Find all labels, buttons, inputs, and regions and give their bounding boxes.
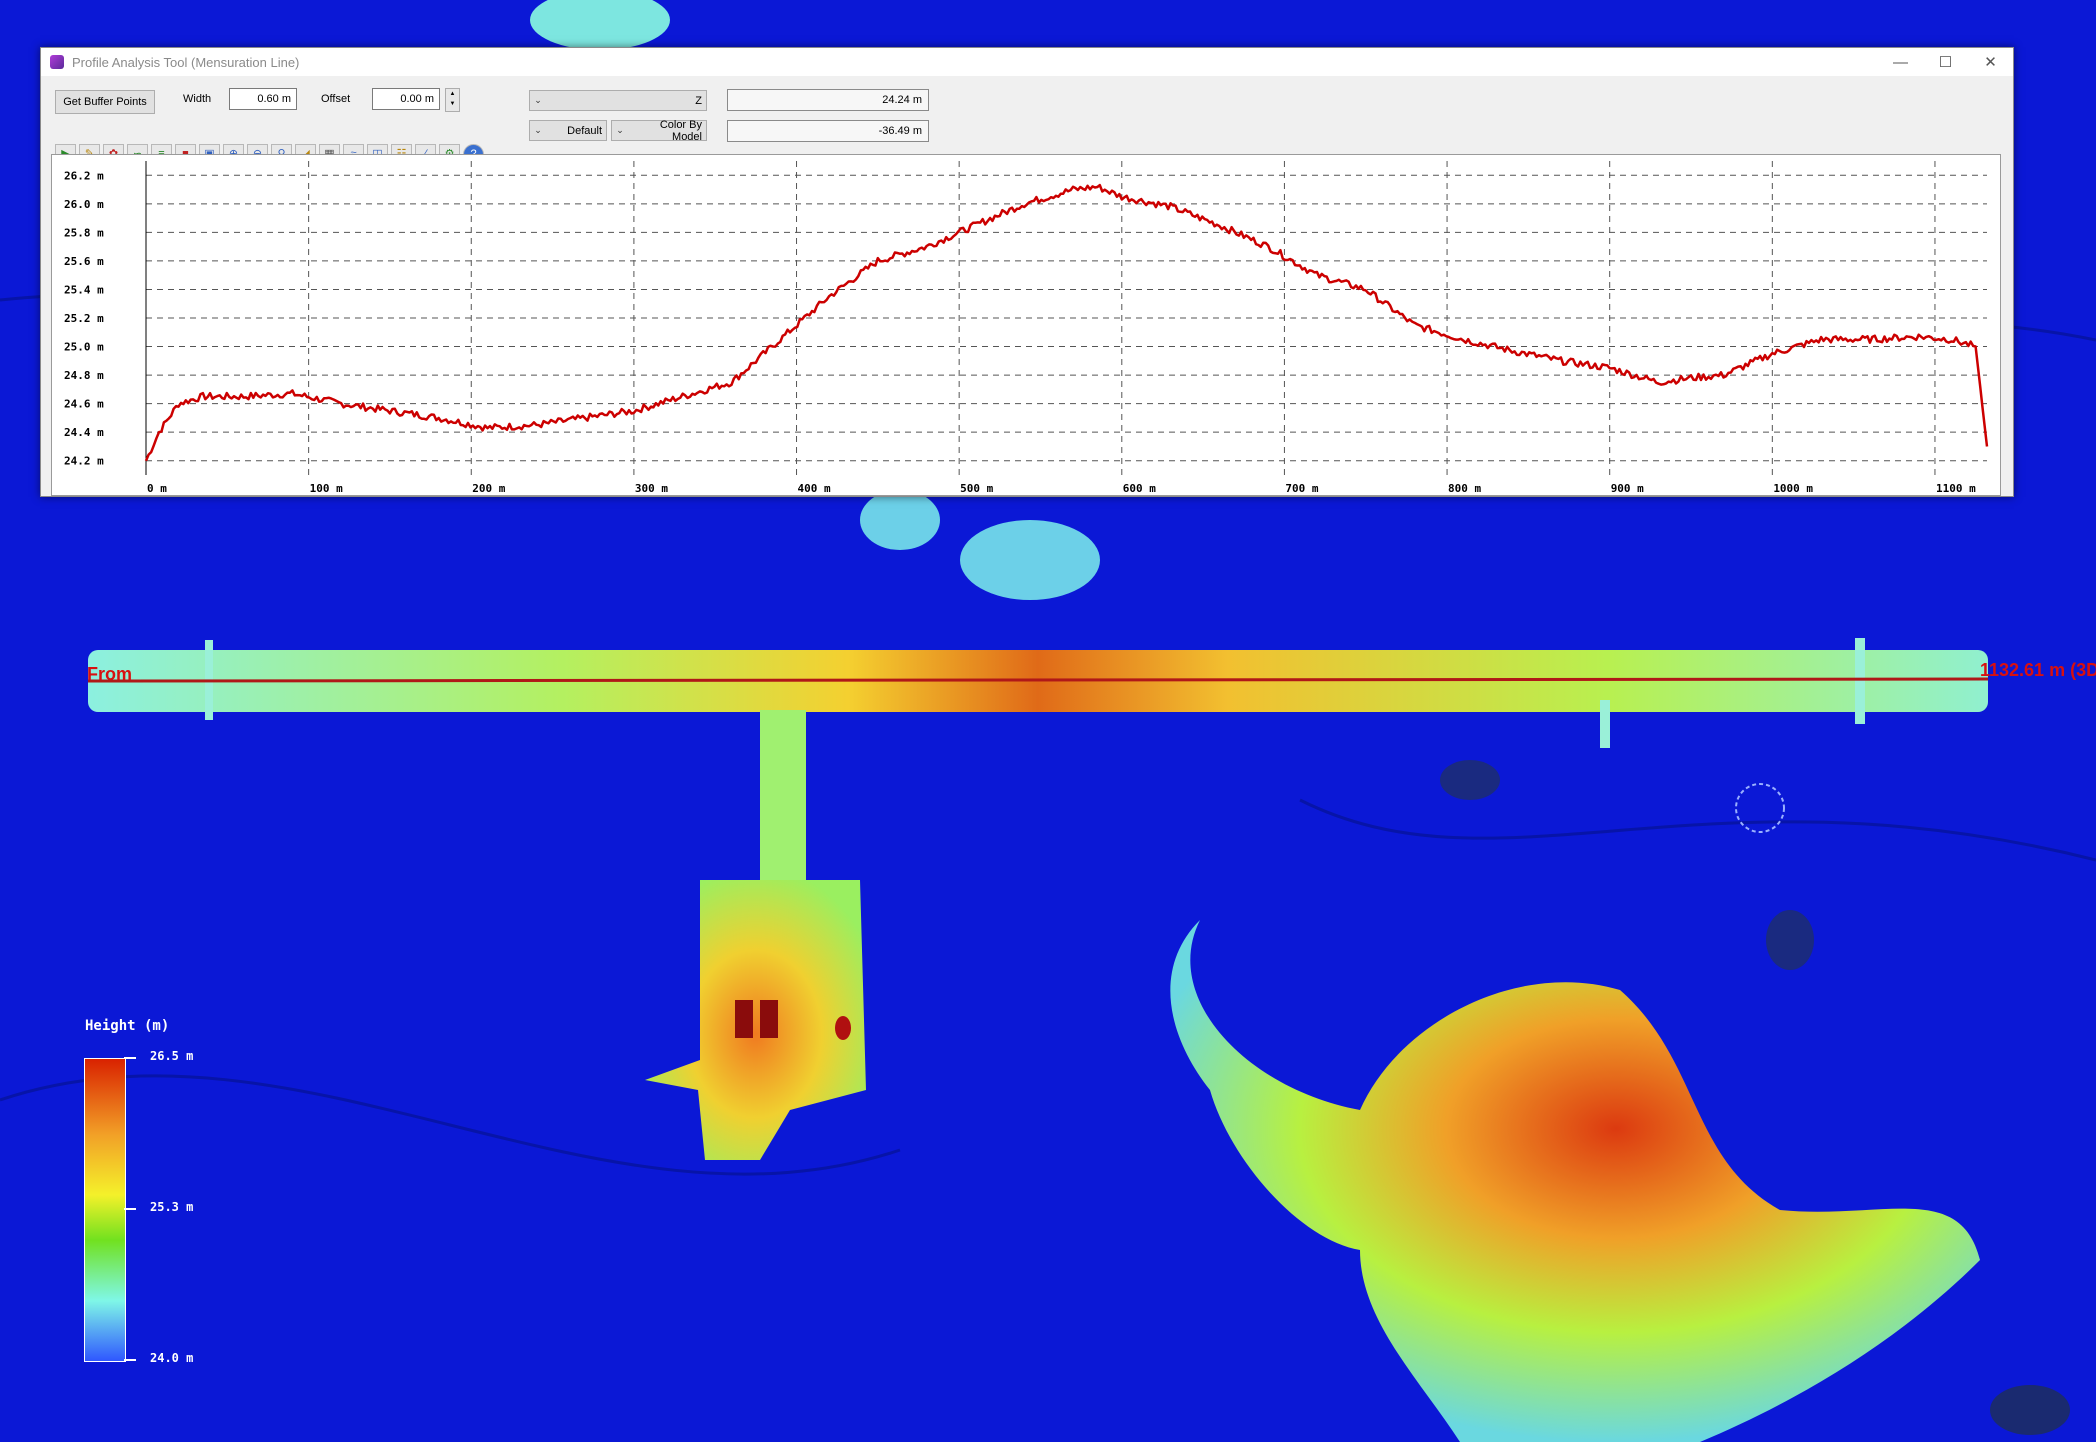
x-tick-label: 300 m xyxy=(635,482,668,495)
x-tick-label: 500 m xyxy=(960,482,993,495)
offset-label: Offset xyxy=(321,93,351,105)
legend-tick-mid xyxy=(124,1208,136,1210)
axis-select-value: Z xyxy=(695,94,702,107)
y-tick-label: 24.2 m xyxy=(64,455,104,468)
y-tick-label: 25.0 m xyxy=(64,341,104,354)
chevron-down-icon: ⌄ xyxy=(534,125,542,135)
z-readout-top: 24.24 m xyxy=(727,89,929,111)
y-tick-label: 25.4 m xyxy=(64,283,104,296)
legend-title: Height (m) xyxy=(85,1018,170,1034)
y-tick-label: 25.8 m xyxy=(64,226,104,239)
x-tick-label: 900 m xyxy=(1611,482,1644,495)
color-select-value: Color By Model xyxy=(659,118,702,143)
x-tick-label: 800 m xyxy=(1448,482,1481,495)
chevron-down-icon: ⌄ xyxy=(534,95,542,105)
legend-max-label: 26.5 m xyxy=(150,1049,194,1063)
axis-select[interactable]: ⌄ Z xyxy=(529,90,707,111)
y-tick-label: 24.8 m xyxy=(64,369,104,382)
x-tick-label: 400 m xyxy=(798,482,831,495)
y-tick-label: 26.0 m xyxy=(64,198,104,211)
profile-series-line xyxy=(144,183,1989,462)
x-tick-label: 100 m xyxy=(310,482,343,495)
profile-chart: 26.2 m 26.0 m 25.8 m 25.6 m 25.4 m 25.2 m 25.0… xyxy=(64,161,1989,495)
x-tick-label: 600 m xyxy=(1123,482,1156,495)
x-tick-label: 200 m xyxy=(472,482,505,495)
y-tick-label: 25.6 m xyxy=(64,255,104,268)
legend-mid-label: 25.3 m xyxy=(150,1200,194,1214)
window-title: Profile Analysis Tool (Mensuration Line) xyxy=(72,54,300,70)
maximize-button[interactable]: ☐ xyxy=(1923,48,1968,76)
close-button[interactable]: ✕ xyxy=(1968,48,2013,76)
offset-input[interactable]: 0.00 m xyxy=(372,88,440,110)
legend-min-label: 24.0 m xyxy=(150,1351,194,1365)
get-buffer-points-button[interactable]: Get Buffer Points xyxy=(55,90,155,114)
legend-color-bar xyxy=(84,1058,126,1362)
title-bar[interactable]: Profile Analysis Tool (Mensuration Line)… xyxy=(41,48,2013,76)
chevron-down-icon: ⌄ xyxy=(616,125,624,135)
y-tick-label: 24.4 m xyxy=(64,426,104,439)
x-tick-label: 0 m xyxy=(147,482,167,495)
x-tick-label: 1100 m xyxy=(1936,482,1976,495)
profile-distance-label: 1132.61 m (3D xyxy=(1980,660,2096,680)
legend-tick-max xyxy=(124,1057,136,1059)
y-tick-label: 24.6 m xyxy=(64,398,104,411)
profile-plot[interactable]: 26.2 m 26.0 m 25.8 m 25.6 m 25.4 m 25.2 m 25.0… xyxy=(51,154,2001,496)
width-label: Width xyxy=(183,93,212,105)
app-icon xyxy=(50,55,64,69)
style-select[interactable]: ⌄ Default xyxy=(529,120,607,141)
profile-analysis-window[interactable]: Profile Analysis Tool (Mensuration Line)… xyxy=(40,47,2014,497)
color-select[interactable]: ⌄ Color By Model xyxy=(611,118,707,143)
x-tick-label: 700 m xyxy=(1285,482,1318,495)
offset-spinner[interactable]: ▲ ▼ xyxy=(445,88,460,112)
z-readout-bottom: -36.49 m xyxy=(727,120,929,142)
minimize-button[interactable]: — xyxy=(1878,48,1923,76)
y-tick-label: 25.2 m xyxy=(64,312,104,325)
x-tick-label: 1000 m xyxy=(1773,482,1813,495)
legend-tick-min xyxy=(124,1359,136,1361)
style-select-value: Default xyxy=(567,124,602,137)
width-input[interactable]: 0.60 m xyxy=(229,88,297,110)
profile-start-label: From xyxy=(87,664,132,684)
y-tick-label: 26.2 m xyxy=(64,169,104,182)
